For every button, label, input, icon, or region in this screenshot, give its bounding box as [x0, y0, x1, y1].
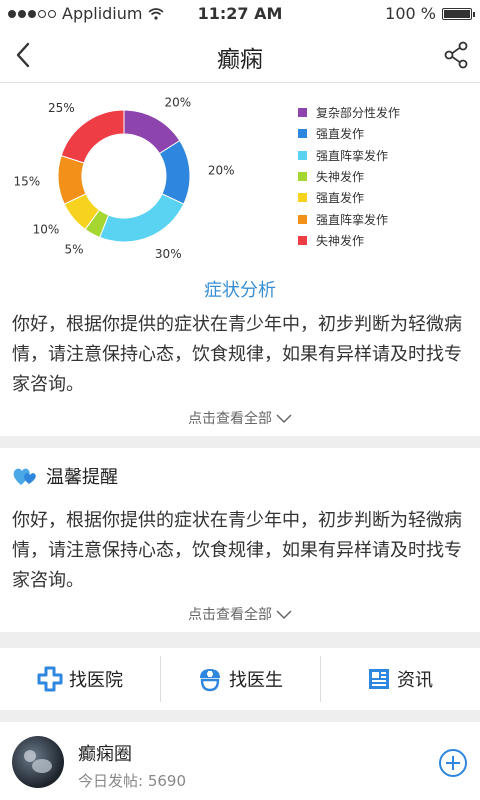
plus-circle-icon[interactable] [438, 748, 468, 778]
analysis-more-link[interactable]: 点击查看全部 [0, 408, 480, 428]
share-icon[interactable] [442, 40, 470, 70]
legend-swatch [298, 108, 307, 118]
tips-title: 温馨提醒 [46, 467, 118, 488]
legend-item: 失神发作 [298, 166, 400, 187]
find-doctor-button[interactable]: 找医生 [160, 648, 320, 710]
action-bar: 找医院 找医生 资讯 [0, 648, 480, 710]
slice-value-label: 10% [33, 223, 60, 237]
posts-label: 今日发帖: [78, 772, 144, 790]
legend-item: 复杂部分性发作 [298, 102, 400, 123]
hospital-cross-icon [37, 666, 63, 692]
chevron-down-icon [276, 414, 292, 424]
battery-icon [442, 7, 475, 20]
legend-label: 失神发作 [316, 170, 365, 185]
slice-value-label: 30% [155, 247, 182, 261]
legend-label: 强直阵挛发作 [316, 148, 389, 163]
find-hospital-label: 找医院 [69, 670, 123, 691]
tips-more-label: 点击查看全部 [188, 607, 272, 623]
legend-swatch [298, 172, 307, 182]
donut-slice [99, 193, 185, 243]
chart-legend: 复杂部分性发作 强直发作 强直阵挛发作 失神发作 强直发作 强直阵挛发作 失神发作 [298, 102, 400, 251]
news-button[interactable]: 资讯 [320, 648, 480, 710]
battery-percent: 100 % [385, 4, 436, 23]
analysis-title: 症状分析 [204, 280, 276, 301]
doctor-icon [200, 669, 220, 692]
legend-swatch [298, 150, 307, 160]
community-row[interactable]: 癫痫圈 今日发帖: 5690 [0, 722, 480, 800]
legend-item: 强直阵挛发作 [298, 145, 400, 166]
legend-swatch [298, 193, 307, 203]
find-doctor-label: 找医生 [229, 670, 283, 691]
legend-label: 强直发作 [316, 127, 365, 142]
section-divider [0, 436, 480, 448]
symptom-chart: 20% 20% 30% 5% 10% 15% 25% 复杂部分性发作 强直发作 强直阵挛发作 失神… [0, 82, 480, 272]
slice-value-label: 25% [48, 101, 75, 115]
slice-value-label: 20% [164, 95, 191, 109]
legend-item: 强直发作 [298, 187, 400, 208]
slice-value-label: 20% [208, 164, 235, 178]
section-divider [0, 710, 480, 722]
page-title: 癫痫 [217, 47, 263, 73]
tips-header: 温馨提醒 [12, 462, 118, 490]
nav-bar: 癫痫 [0, 28, 480, 83]
posts-count: 5690 [147, 772, 187, 790]
heart-icon [13, 468, 36, 485]
legend-label: 失神发作 [316, 233, 365, 248]
donut-chart: 20% 20% 30% 5% 10% 15% 25% [13, 95, 235, 261]
community-posts: 今日发帖: 5690 [78, 770, 186, 791]
slice-value-label: 5% [64, 243, 83, 257]
legend-label: 复杂部分性发作 [316, 106, 401, 121]
legend-label: 强直阵挛发作 [316, 212, 389, 227]
legend-item: 强直发作 [298, 123, 400, 144]
legend-item: 强直阵挛发作 [298, 208, 400, 229]
community-name: 癫痫圈 [78, 744, 132, 765]
analysis-text: 你好，根据你提供的症状在青少年中，初步判断为轻微病情，请注意保持心态，饮食规律，… [12, 314, 462, 395]
news-label: 资讯 [397, 670, 433, 691]
slice-value-label: 15% [13, 174, 40, 188]
legend-swatch [298, 129, 307, 139]
tips-text: 你好，根据你提供的症状在青少年中，初步判断为轻微病情，请注意保持心态，饮食规律，… [12, 510, 462, 591]
news-icon [369, 669, 389, 689]
legend-swatch [298, 214, 307, 224]
analysis-more-label: 点击查看全部 [188, 411, 272, 427]
section-divider [0, 632, 480, 648]
avatar [12, 736, 64, 788]
legend-item: 失神发作 [298, 230, 400, 251]
legend-label: 强直发作 [316, 191, 365, 206]
tips-more-link[interactable]: 点击查看全部 [0, 604, 480, 624]
donut-slice [60, 109, 125, 164]
chevron-down-icon [276, 610, 292, 620]
legend-swatch [298, 235, 307, 245]
status-bar: Applidium 11:27 AM 100 % [0, 0, 480, 28]
find-hospital-button[interactable]: 找医院 [0, 648, 160, 710]
